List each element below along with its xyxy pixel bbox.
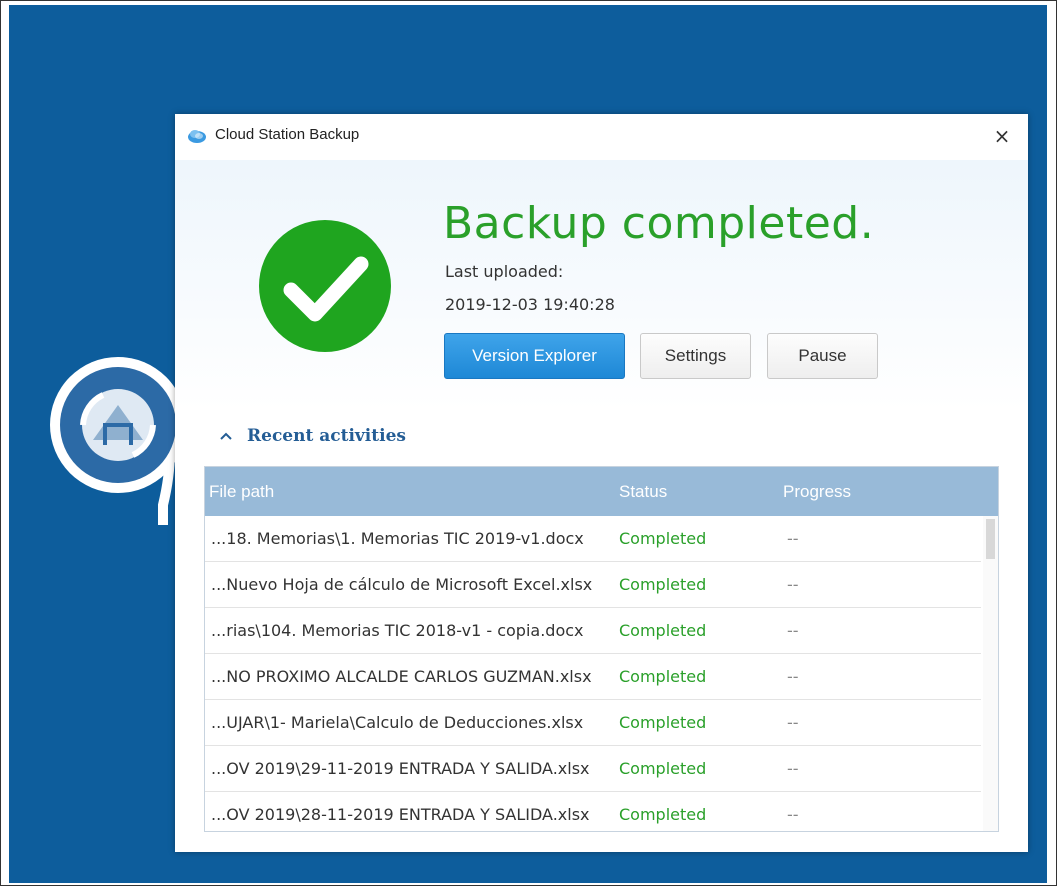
table-row[interactable]: ...rias\104. Memorias TIC 2018-v1 - copi… bbox=[205, 608, 981, 654]
file-path-cell: ...OV 2019\28-11-2019 ENTRADA Y SALIDA.x… bbox=[211, 805, 590, 824]
progress-cell: -- bbox=[787, 759, 799, 778]
table-body: ...18. Memorias\1. Memorias TIC 2019-v1.… bbox=[205, 516, 998, 831]
status-cell: Completed bbox=[619, 621, 707, 640]
chevron-up-icon bbox=[220, 432, 232, 440]
pause-button[interactable]: Pause bbox=[767, 333, 878, 379]
table-row[interactable]: ...OV 2019\28-11-2019 ENTRADA Y SALIDA.x… bbox=[205, 792, 981, 831]
scrollbar-thumb[interactable] bbox=[986, 519, 995, 559]
table-row[interactable]: ...OV 2019\29-11-2019 ENTRADA Y SALIDA.x… bbox=[205, 746, 981, 792]
desktop-background: Cloud Station Backup × Backup completed.… bbox=[9, 5, 1047, 883]
column-header-progress[interactable]: Progress bbox=[783, 482, 851, 502]
column-header-file-path[interactable]: File path bbox=[209, 482, 274, 502]
table-row[interactable]: ...18. Memorias\1. Memorias TIC 2019-v1.… bbox=[205, 516, 981, 562]
status-cell: Completed bbox=[619, 575, 707, 594]
table-row[interactable]: ...Nuevo Hoja de cálculo de Microsoft Ex… bbox=[205, 562, 981, 608]
table-row[interactable]: ...NO PROXIMO ALCALDE CARLOS GUZMAN.xlsx… bbox=[205, 654, 981, 700]
file-path-cell: ...OV 2019\29-11-2019 ENTRADA Y SALIDA.x… bbox=[211, 759, 590, 778]
file-path-cell: ...NO PROXIMO ALCALDE CARLOS GUZMAN.xlsx bbox=[211, 667, 592, 686]
file-path-cell: ...18. Memorias\1. Memorias TIC 2019-v1.… bbox=[211, 529, 584, 548]
version-explorer-button[interactable]: Version Explorer bbox=[444, 333, 625, 379]
file-path-cell: ...Nuevo Hoja de cálculo de Microsoft Ex… bbox=[211, 575, 593, 594]
backup-dialog: Cloud Station Backup × Backup completed.… bbox=[175, 114, 1028, 852]
recent-activities-label: Recent activities bbox=[247, 426, 406, 446]
vertical-scrollbar[interactable] bbox=[983, 516, 998, 831]
activity-table: File path Status Progress ...18. Memoria… bbox=[204, 466, 999, 832]
progress-cell: -- bbox=[787, 713, 799, 732]
recent-activities-toggle[interactable]: Recent activities bbox=[219, 426, 406, 446]
title-bar: Cloud Station Backup × bbox=[175, 114, 1028, 160]
cloud-icon bbox=[188, 130, 206, 143]
status-cell: Completed bbox=[619, 759, 707, 778]
progress-cell: -- bbox=[787, 621, 799, 640]
column-header-status[interactable]: Status bbox=[619, 482, 667, 502]
progress-cell: -- bbox=[787, 667, 799, 686]
window-title: Cloud Station Backup bbox=[215, 126, 360, 143]
file-path-cell: ...rias\104. Memorias TIC 2018-v1 - copi… bbox=[211, 621, 584, 640]
last-uploaded-time: 2019-12-03 19:40:28 bbox=[445, 295, 615, 314]
progress-cell: -- bbox=[787, 529, 799, 548]
file-path-cell: ...UJAR\1- Mariela\Calculo de Deduccione… bbox=[211, 713, 584, 732]
close-icon[interactable]: × bbox=[990, 122, 1014, 150]
settings-button[interactable]: Settings bbox=[640, 333, 751, 379]
table-header: File path Status Progress bbox=[205, 467, 998, 516]
organization-logo bbox=[50, 357, 186, 525]
status-cell: Completed bbox=[619, 805, 707, 824]
progress-cell: -- bbox=[787, 575, 799, 594]
status-headline: Backup completed. bbox=[443, 198, 875, 249]
checkmark-icon bbox=[259, 220, 391, 352]
last-uploaded-label: Last uploaded: bbox=[445, 262, 564, 281]
status-cell: Completed bbox=[619, 667, 707, 686]
status-cell: Completed bbox=[619, 713, 707, 732]
progress-cell: -- bbox=[787, 805, 799, 824]
status-cell: Completed bbox=[619, 529, 707, 548]
table-row[interactable]: ...UJAR\1- Mariela\Calculo de Deduccione… bbox=[205, 700, 981, 746]
